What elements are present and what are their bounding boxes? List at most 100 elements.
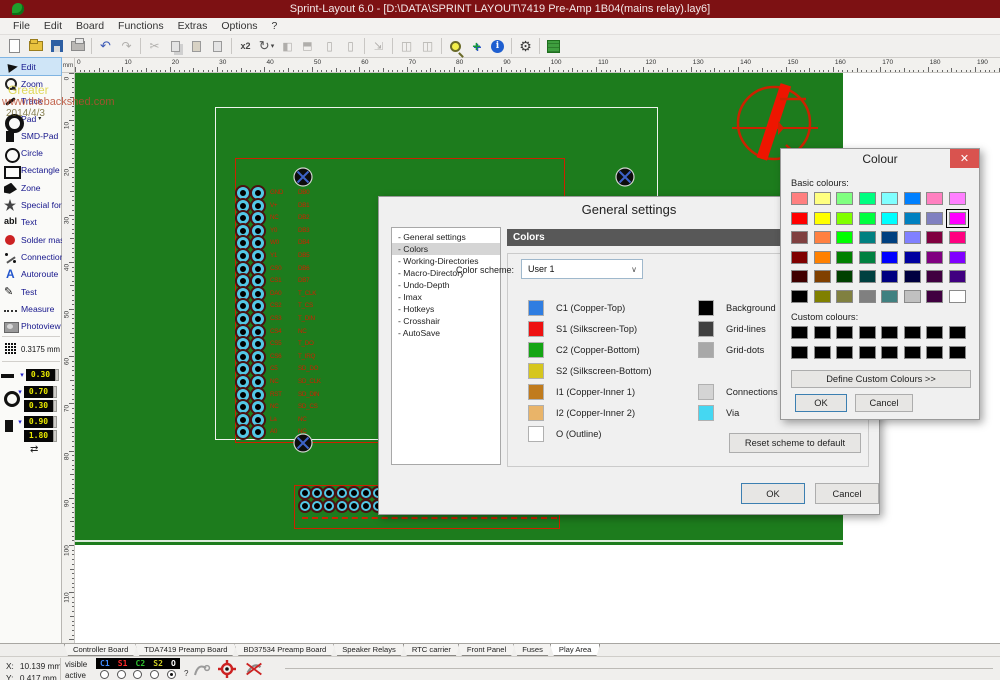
layer-help[interactable]: ?: [184, 669, 188, 678]
basic-colour-swatch[interactable]: [926, 212, 943, 225]
basic-colour-swatch[interactable]: [791, 270, 808, 283]
menu-?[interactable]: ?: [265, 19, 285, 33]
basic-colour-swatch[interactable]: [814, 290, 831, 303]
mounting-hole[interactable]: [615, 167, 635, 187]
info-button[interactable]: i: [487, 37, 508, 56]
track-mode-icon[interactable]: [192, 659, 214, 679]
smd-height-value[interactable]: 1.80: [24, 430, 53, 442]
basic-colour-swatch[interactable]: [881, 270, 898, 283]
custom-colour-swatch[interactable]: [904, 346, 921, 359]
settings-ok-button[interactable]: OK: [741, 483, 805, 504]
through-hole-pad[interactable]: [252, 288, 264, 300]
cut-button[interactable]: ✂: [144, 37, 165, 56]
origin-crosshair-button[interactable]: +: [466, 37, 487, 56]
smd-width-spinner[interactable]: [53, 416, 57, 428]
define-custom-colours-button[interactable]: Define Custom Colours >>: [791, 370, 971, 388]
basic-colour-swatch[interactable]: [926, 192, 943, 205]
pad-dropdown[interactable]: ▾: [16, 388, 24, 396]
color-scheme-select[interactable]: User 1 ∨: [521, 259, 643, 279]
basic-colour-swatch[interactable]: [949, 290, 966, 303]
pad-drill-spinner[interactable]: [53, 400, 57, 412]
basic-colour-swatch[interactable]: [859, 290, 876, 303]
basic-colour-swatch[interactable]: [904, 212, 921, 225]
color-swatch[interactable]: [528, 426, 544, 442]
custom-colour-swatch[interactable]: [881, 346, 898, 359]
through-hole-pad[interactable]: [252, 250, 264, 262]
connector-pad[interactable]: [337, 501, 347, 511]
connector-pad[interactable]: [349, 488, 359, 498]
smd-dropdown[interactable]: ▾: [16, 418, 24, 426]
custom-colour-swatch[interactable]: [949, 346, 966, 359]
active-layer-radio-c1[interactable]: [100, 670, 109, 679]
through-hole-pad[interactable]: [237, 326, 249, 338]
sidebar-tool-text[interactable]: Text: [0, 214, 61, 231]
layer-code-s1[interactable]: S1: [118, 659, 128, 668]
custom-colour-swatch[interactable]: [859, 346, 876, 359]
basic-colour-swatch[interactable]: [791, 290, 808, 303]
through-hole-pad[interactable]: [237, 288, 249, 300]
through-hole-pad[interactable]: [252, 187, 264, 199]
tab-bd37534-preamp-board[interactable]: BD37534 Preamp Board: [234, 644, 335, 656]
track-width-value[interactable]: 0.30: [26, 369, 55, 381]
layer-code-c1[interactable]: C1: [100, 659, 110, 668]
basic-colour-swatch[interactable]: [881, 231, 898, 244]
redo-button[interactable]: ↷: [116, 37, 137, 56]
through-hole-pad[interactable]: [252, 200, 264, 212]
through-hole-pad[interactable]: [237, 414, 249, 426]
active-layer-radio-s2[interactable]: [150, 670, 159, 679]
pad-drill-value[interactable]: 0.30: [24, 400, 53, 412]
origin-target-icon[interactable]: [216, 659, 238, 679]
basic-colour-swatch[interactable]: [859, 212, 876, 225]
tab-front-panel[interactable]: Front Panel: [458, 644, 515, 656]
sidebar-tool-rectangle[interactable]: Rectangle▾: [0, 162, 61, 179]
tree-item-imax[interactable]: - Imax: [392, 291, 500, 303]
through-hole-pad[interactable]: [252, 351, 264, 363]
tab-play-area[interactable]: Play Area: [550, 644, 601, 656]
basic-colour-swatch[interactable]: [904, 290, 921, 303]
menu-extras[interactable]: Extras: [171, 19, 215, 33]
connector-pad[interactable]: [349, 501, 359, 511]
custom-colour-swatch[interactable]: [814, 346, 831, 359]
basic-colour-swatch[interactable]: [859, 251, 876, 264]
color-swatch[interactable]: [698, 405, 714, 421]
x2-button[interactable]: x2: [235, 37, 256, 56]
custom-colour-swatch[interactable]: [836, 346, 853, 359]
layer-code-c2[interactable]: C2: [136, 659, 146, 668]
through-hole-pad[interactable]: [237, 313, 249, 325]
custom-colour-swatch[interactable]: [859, 326, 876, 339]
sidebar-tool-solder-mask[interactable]: Solder mask: [0, 231, 61, 248]
connector-pad[interactable]: [300, 501, 310, 511]
custom-colour-swatch[interactable]: [836, 326, 853, 339]
through-hole-pad[interactable]: [237, 187, 249, 199]
align-b-button[interactable]: ▯: [340, 37, 361, 56]
basic-colour-swatch[interactable]: [836, 251, 853, 264]
color-swatch[interactable]: [528, 321, 544, 337]
basic-colour-swatch[interactable]: [791, 192, 808, 205]
track-width-dropdown[interactable]: ▾: [18, 371, 26, 379]
sidebar-tool-edit[interactable]: Edit: [0, 58, 61, 75]
save-file-button[interactable]: [46, 37, 67, 56]
send-to-back-button[interactable]: ⇲: [368, 37, 389, 56]
through-hole-pad[interactable]: [237, 376, 249, 388]
basic-colour-swatch[interactable]: [949, 231, 966, 244]
basic-colour-swatch[interactable]: [926, 290, 943, 303]
smd-width-value[interactable]: 0.90: [24, 416, 53, 428]
menu-edit[interactable]: Edit: [37, 19, 69, 33]
basic-colour-swatch[interactable]: [814, 212, 831, 225]
basic-colour-swatch[interactable]: [836, 231, 853, 244]
color-swatch[interactable]: [698, 300, 714, 316]
sidebar-tool-circle[interactable]: Circle: [0, 144, 61, 161]
color-swatch[interactable]: [528, 384, 544, 400]
tab-fuses[interactable]: Fuses: [513, 644, 552, 656]
colour-cancel-button[interactable]: Cancel: [855, 394, 913, 412]
basic-colour-swatch[interactable]: [791, 212, 808, 225]
layer-code-o[interactable]: O: [171, 659, 176, 668]
through-hole-pad[interactable]: [252, 225, 264, 237]
tab-rtc-carrier[interactable]: RTC carrier: [403, 644, 460, 656]
basic-colour-swatch[interactable]: [949, 212, 966, 225]
custom-colour-swatch[interactable]: [949, 326, 966, 339]
through-hole-pad[interactable]: [252, 313, 264, 325]
sidebar-tool-measure[interactable]: Measure: [0, 300, 61, 317]
custom-colour-swatch[interactable]: [926, 326, 943, 339]
sidebar-tool-connections[interactable]: Connections: [0, 248, 61, 265]
